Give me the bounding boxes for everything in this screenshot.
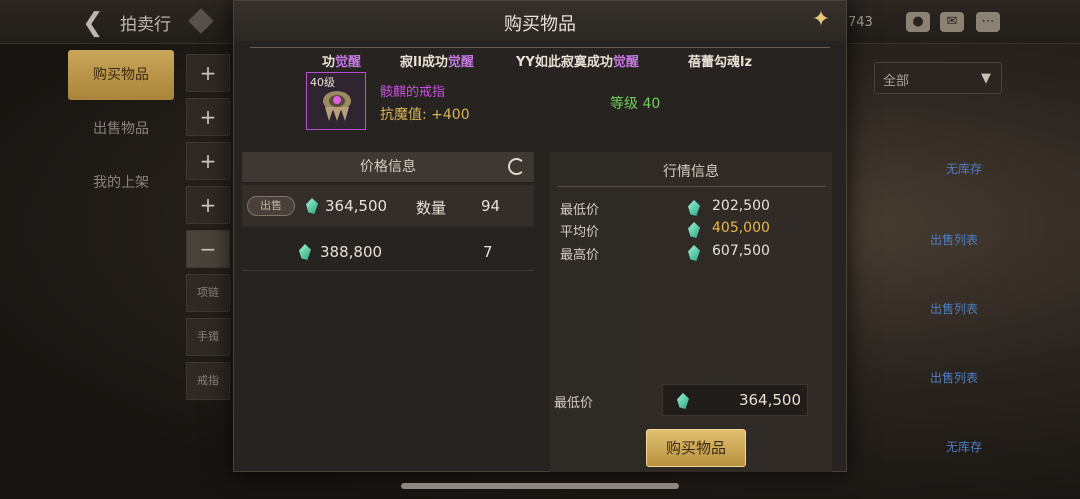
bag-icon[interactable]: ● [906,12,930,32]
quantity-value: 94 [481,197,501,215]
dialog-title: 购买物品 [504,14,576,35]
seller-name: YY如此寂寞成功觉醒 [516,55,639,70]
category-expand-button[interactable]: + [186,142,230,180]
divider [558,186,826,187]
price-info-header: 价格信息 [242,152,534,182]
item-name: 骸麒的戒指 [380,85,446,100]
divider [250,47,830,48]
ring-icon [323,91,351,121]
category-column: + + + + − 项链 手镯 戒指 [186,54,232,406]
category-expand-button[interactable]: + [186,54,230,92]
category-expand-button[interactable]: + [186,98,230,136]
market-info-title: 行情信息 [663,164,719,180]
home-indicator[interactable] [401,483,679,489]
seller-names: 功觉醒 寂ll成功觉醒 YY如此寂寞成功觉醒 蓓蕾勾魂lz [254,51,834,70]
quantity-value: 7 [483,243,493,261]
item-stat: 抗魔值: +400 [380,107,470,123]
gem-currency-icon [688,245,700,261]
category-bracelet[interactable]: 手镯 [186,318,230,356]
category-expand-button[interactable]: + [186,186,230,224]
market-row-max: 最高价 607,500 [550,242,832,264]
currency-count: 743 [848,15,873,30]
market-value: 607,500 [712,243,770,259]
chat-icon[interactable]: ⋯ [976,12,1000,32]
refresh-icon[interactable] [508,158,525,175]
market-row-avg: 平均价 405,000 [550,219,832,241]
buy-item-button[interactable]: 购买物品 [646,429,746,467]
category-necklace[interactable]: 项链 [186,274,230,312]
seller-name: 功觉醒 [322,55,362,70]
price-info-panel: 价格信息 出售 364,500 数量 94 388,800 7 [242,152,534,472]
list-status: 出售列表 [930,302,979,316]
seller-name: 蓓蕾勾魂lz [688,55,753,70]
sell-badge: 出售 [247,196,295,216]
seller-name: 寂ll成功觉醒 [400,55,474,70]
dialog-header: 购买物品 ✦ [234,1,846,41]
market-info-panel: 行情信息 最低价 202,500 平均价 405,000 最高价 607,500 [550,152,832,472]
sidebar-item-my-listings[interactable]: 我的上架 [68,158,174,208]
close-star-icon[interactable]: ✦ [808,7,834,33]
price-info-title: 价格信息 [360,159,416,175]
sidebar-item-buy[interactable]: 购买物品 [68,50,174,100]
diamond-icon [188,8,214,34]
page-title: 拍卖行 [120,15,171,35]
market-label: 平均价 [560,225,600,240]
price-row[interactable]: 出售 364,500 数量 94 [242,185,534,227]
gem-currency-icon [299,244,311,260]
quantity-label: 数量 [416,199,447,217]
divider [242,270,534,271]
gem-currency-icon [688,200,700,216]
min-price-field[interactable]: 364,500 [662,384,808,416]
min-price-value: 364,500 [738,391,801,409]
item-grade: 等级 40 [610,96,661,112]
chevron-down-icon: ▼ [981,71,991,86]
filter-value: 全部 [883,74,910,89]
category-collapse-button[interactable]: − [186,230,230,268]
list-status: 无库存 [946,162,983,176]
back-arrow-icon[interactable]: ❮ [82,8,104,38]
price-value: 388,800 [320,243,383,261]
market-row-min: 最低价 202,500 [550,197,832,219]
item-icon-slot[interactable]: 40级 [306,72,366,130]
category-ring[interactable]: 戒指 [186,362,230,400]
gem-currency-icon [688,222,700,238]
gem-currency-icon [306,198,318,214]
list-status: 出售列表 [930,371,979,385]
market-label: 最高价 [560,248,600,263]
sidebar: 购买物品 出售物品 我的上架 [68,50,174,212]
min-price-label: 最低价 [554,396,594,411]
price-value: 364,500 [325,197,388,215]
sidebar-item-sell[interactable]: 出售物品 [68,104,174,154]
mail-icon[interactable]: ✉ [940,12,964,32]
market-value: 405,000 [712,220,770,236]
list-status: 无库存 [946,440,983,454]
market-label: 最低价 [560,203,600,218]
gem-currency-icon [677,393,689,409]
buy-item-dialog: 购买物品 ✦ 功觉醒 寂ll成功觉醒 YY如此寂寞成功觉醒 蓓蕾勾魂lz 40级… [233,0,847,472]
market-value: 202,500 [712,198,770,214]
price-row[interactable]: 388,800 7 [242,231,534,273]
list-status: 出售列表 [930,233,979,247]
filter-dropdown[interactable]: 全部 ▼ [874,62,1002,94]
